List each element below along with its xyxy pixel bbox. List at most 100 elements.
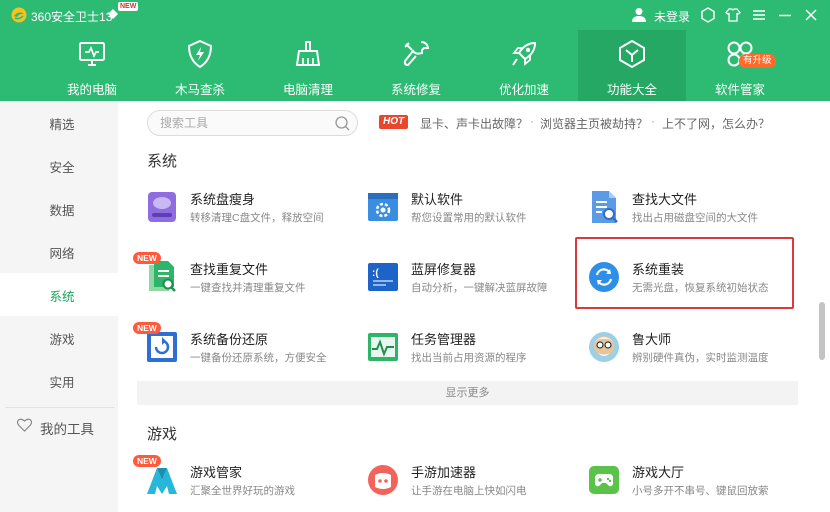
tool-card-find-large-files[interactable]: 查找大文件 找出占用磁盘空间的大文件	[587, 184, 787, 234]
new-badge: NEW	[133, 322, 161, 334]
tool-title: 查找大文件	[632, 192, 698, 207]
app-title: 360安全卫士13	[31, 10, 113, 24]
my-tools-link[interactable]: 我的工具	[0, 409, 118, 443]
section-title-system: 系统	[147, 153, 178, 170]
close-icon[interactable]	[802, 6, 820, 24]
nav-trojan-scan[interactable]: 木马查杀	[146, 30, 254, 101]
skin-gear-icon[interactable]	[699, 6, 717, 24]
tool-title: 游戏管家	[190, 465, 243, 480]
user-icon[interactable]	[630, 6, 648, 24]
shirt-icon[interactable]	[724, 6, 742, 24]
game-hall-icon	[589, 466, 619, 494]
tool-desc: 让手游在电脑上快如闪电	[411, 485, 527, 497]
hot-badge: HOT	[379, 115, 409, 129]
tool-desc: 帮您设置常用的默认软件	[411, 212, 527, 224]
hot-link-browser[interactable]: 浏览器主页被劫持？	[540, 115, 648, 132]
tool-card-game-hall[interactable]: 游戏大厅 小号多开不串号、键鼠回放萦	[587, 457, 787, 507]
nav-system-repair[interactable]: 系统修复	[362, 30, 470, 101]
tool-title: 默认软件	[411, 192, 464, 207]
tool-card-task-manager[interactable]: 任务管理器 找出当前占用资源的程序	[366, 324, 566, 374]
tool-desc: 辨别硬件真伪，实时监测温度	[632, 352, 769, 364]
tool-card-bluescreen-repair[interactable]: :( 蓝屏修复器 自动分析，一键解决蓝屏故障	[366, 254, 566, 304]
tool-card-game-manager[interactable]: NEW 游戏管家 汇聚全世界好玩的游戏	[133, 455, 345, 507]
tool-title: 蓝屏修复器	[411, 262, 477, 277]
task-manager-icon	[368, 333, 398, 361]
sidebar-item-data[interactable]: 数据	[0, 187, 118, 230]
highlight-box	[575, 237, 794, 309]
bluescreen-icon: :(	[368, 263, 398, 291]
hot-link-network[interactable]: 上不了网，怎么办？	[662, 115, 770, 132]
login-link[interactable]: 未登录	[654, 8, 690, 25]
nav-label: 木马查杀	[174, 83, 225, 97]
tool-search	[147, 110, 358, 136]
svg-text::(: :(	[372, 268, 379, 279]
tool-desc: 一键备份还原系统，方便安全	[190, 352, 327, 364]
wrench-icon	[403, 41, 430, 67]
new-badge: NEW	[133, 252, 161, 264]
tool-title: 系统盘瘦身	[190, 192, 256, 207]
hot-separator: ·	[530, 114, 534, 128]
nav-label: 优化加速	[498, 83, 549, 97]
sidebar-item-system[interactable]: 系统	[0, 273, 118, 316]
shield-badge-icon	[108, 9, 118, 19]
file-search-icon	[592, 191, 618, 223]
minimize-icon[interactable]	[776, 6, 794, 24]
tool-card-system-disk-slim[interactable]: 系统盘瘦身 转移清理C盘文件，释放空间	[145, 184, 345, 234]
show-more-button[interactable]: 显示更多	[137, 381, 798, 405]
sidebar-item-label: 网络	[49, 247, 75, 261]
nav-functions[interactable]: 功能大全	[578, 30, 686, 101]
mobile-game-accelerator-icon	[368, 465, 398, 495]
header: 360安全卫士13 NEW 未登录 我的电脑 木马查杀 电脑清理 系统修复 优化…	[0, 0, 830, 101]
tool-title: 鲁大师	[632, 332, 672, 347]
sidebar-item-security[interactable]: 安全	[0, 144, 118, 187]
tool-title: 手游加速器	[411, 465, 477, 480]
tool-title: 游戏大厅	[632, 465, 685, 480]
nav-clean[interactable]: 电脑清理	[254, 30, 362, 101]
broom-icon	[295, 41, 321, 66]
sidebar-item-label: 实用	[49, 376, 75, 390]
search-icon[interactable]	[334, 115, 351, 132]
tool-card-ludashi[interactable]: 鲁大师 辨别硬件真伪，实时监测温度	[587, 324, 787, 374]
tool-card-find-duplicates[interactable]: NEW 查找重复文件 一键查找并清理重复文件	[133, 252, 345, 304]
nav-my-computer[interactable]: 我的电脑	[38, 30, 146, 101]
sidebar-item-network[interactable]: 网络	[0, 230, 118, 273]
hot-separator: ·	[651, 114, 655, 128]
search-input[interactable]	[160, 111, 330, 135]
sidebar-divider	[5, 407, 115, 408]
sidebar-item-featured[interactable]: 精选	[0, 101, 118, 144]
tool-title: 查找重复文件	[190, 262, 269, 277]
tool-title: 任务管理器	[411, 332, 477, 347]
main-nav: 我的电脑 木马查杀 电脑清理 系统修复 优化加速 功能大全 有升级 软件管家	[0, 30, 830, 101]
tool-desc: 找出当前占用资源的程序	[411, 352, 527, 364]
tool-desc: 找出占用磁盘空间的大文件	[632, 212, 758, 224]
functions-icon	[619, 39, 645, 69]
tool-desc: 小号多开不串号、键鼠回放萦	[632, 485, 769, 497]
category-sidebar: 精选 安全 数据 网络 系统 游戏 实用 我的工具	[0, 101, 118, 512]
sidebar-item-label: 安全	[49, 161, 75, 175]
tool-desc: 自动分析，一键解决蓝屏故障	[411, 282, 548, 294]
tool-card-default-software[interactable]: 默认软件 帮您设置常用的默认软件	[366, 184, 566, 234]
heart-icon	[17, 418, 32, 432]
app-logo-icon	[11, 7, 27, 23]
menu-icon[interactable]	[750, 6, 768, 24]
nav-software-manager[interactable]: 有升级 软件管家	[686, 30, 794, 101]
nav-label: 系统修复	[390, 83, 441, 97]
nav-label: 电脑清理	[282, 83, 333, 97]
tool-card-mobile-game-accelerator[interactable]: 手游加速器 让手游在电脑上快如闪电	[366, 457, 566, 507]
nav-optimize[interactable]: 优化加速	[470, 30, 578, 101]
tool-title: 系统备份还原	[190, 332, 269, 347]
sidebar-item-games[interactable]: 游戏	[0, 316, 118, 359]
scrollbar-thumb[interactable]	[819, 302, 825, 360]
backup-restore-icon	[147, 332, 177, 362]
sidebar-item-utilities[interactable]: 实用	[0, 359, 118, 402]
disk-icon	[148, 192, 176, 222]
sidebar-item-label: 游戏	[49, 333, 75, 347]
tool-desc: 转移清理C盘文件，释放空间	[190, 212, 324, 224]
rocket-icon	[512, 41, 537, 66]
hot-link-hardware[interactable]: 显卡、声卡出故障？	[420, 115, 528, 132]
tool-card-backup-restore[interactable]: NEW 系统备份还原 一键备份还原系统，方便安全	[133, 322, 345, 374]
title-bar: 360安全卫士13 NEW 未登录	[0, 0, 830, 30]
settings-window-icon	[368, 193, 398, 221]
version-new-badge: NEW	[118, 2, 139, 11]
new-badge: NEW	[133, 455, 161, 467]
